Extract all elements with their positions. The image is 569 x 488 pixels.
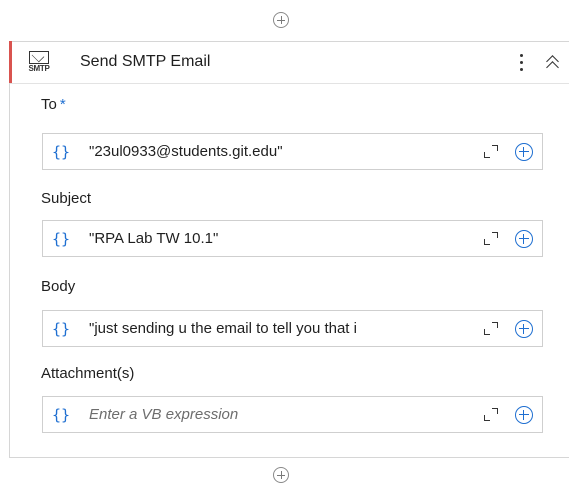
plus-circle-icon: [515, 230, 533, 248]
expand-editor-icon[interactable]: [484, 232, 498, 246]
smtp-envelope-icon: SMTP: [25, 49, 55, 77]
expand-editor-icon[interactable]: [484, 145, 498, 159]
to-value: "23ul0933@students.git.edu": [89, 143, 283, 160]
plus-circle-icon: [515, 406, 533, 424]
to-add-button[interactable]: [506, 133, 543, 170]
activity-title: Send SMTP Email: [80, 53, 211, 70]
expand-editor-icon[interactable]: [484, 408, 498, 422]
plus-circle-icon: [515, 320, 533, 338]
subject-value: "RPA Lab TW 10.1": [89, 230, 219, 247]
send-smtp-email-activity-card: SMTP Send SMTP Email To * {} "23ul0933@st…: [9, 41, 569, 458]
plus-circle-icon: [515, 143, 533, 161]
expand-editor-icon[interactable]: [484, 322, 498, 336]
subject-field[interactable]: {} "RPA Lab TW 10.1": [42, 220, 507, 257]
expression-brace-icon: {}: [52, 320, 71, 338]
expression-brace-icon: {}: [52, 230, 71, 248]
body-field[interactable]: {} "just sending u the email to tell you…: [42, 310, 507, 347]
required-marker: *: [59, 96, 66, 113]
expression-brace-icon: {}: [52, 143, 71, 161]
body-add-button[interactable]: [506, 310, 543, 347]
attachments-placeholder: Enter a VB expression: [89, 406, 239, 423]
add-activity-below-icon[interactable]: [273, 467, 289, 483]
subject-add-button[interactable]: [506, 220, 543, 257]
body-value: "just sending u the email to tell you th…: [89, 320, 357, 337]
subject-label: Subject: [41, 190, 92, 207]
to-label: To *: [41, 96, 66, 113]
more-options-icon[interactable]: [517, 51, 527, 75]
attachments-field[interactable]: {} Enter a VB expression: [42, 396, 507, 433]
body-label: Body: [41, 278, 76, 295]
collapse-icon[interactable]: [544, 52, 562, 74]
activity-accent-bar: [9, 41, 12, 83]
activity-header[interactable]: SMTP Send SMTP Email: [10, 42, 569, 84]
to-field[interactable]: {} "23ul0933@students.git.edu": [42, 133, 507, 170]
add-activity-above-icon[interactable]: [273, 12, 289, 28]
attachments-label: Attachment(s): [41, 365, 135, 382]
expression-brace-icon: {}: [52, 406, 71, 424]
attachments-add-button[interactable]: [506, 396, 543, 433]
